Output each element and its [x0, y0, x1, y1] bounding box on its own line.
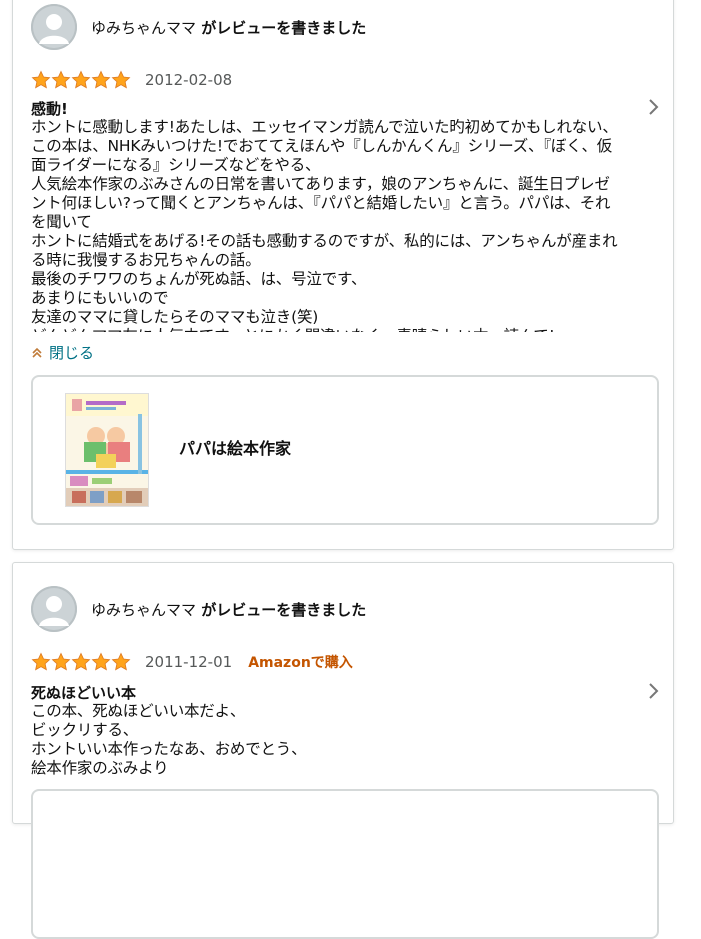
- user-avatar-icon: [39, 14, 69, 44]
- rating-row: 2012-02-08: [31, 69, 232, 91]
- chevron-right-icon[interactable]: [647, 97, 661, 117]
- product-title[interactable]: パパは絵本作家: [179, 435, 291, 459]
- product-card[interactable]: パパは絵本作家: [31, 375, 659, 525]
- star-icon: [91, 70, 111, 89]
- review-title: 感動!: [31, 100, 68, 118]
- review-header: ゆみちゃんママ がレビューを書きました: [31, 2, 366, 52]
- review-body: この本、死ぬほどいい本だよ、 ビックリする、 ホントいい本作ったなあ、おめでとう…: [31, 702, 307, 777]
- chevron-right-icon[interactable]: [647, 681, 661, 701]
- review-date: 2012-02-08: [145, 71, 233, 89]
- verified-purchase-badge: Amazonで購入: [248, 655, 353, 671]
- star-icon: [31, 70, 51, 89]
- review-card: ゆみちゃんママ がレビューを書きました 2011-12-01 Amazonで購入…: [12, 562, 674, 939]
- star-rating: [31, 652, 131, 672]
- chevron-up-double-icon: [32, 347, 42, 358]
- collapse-link[interactable]: 閉じる: [31, 342, 94, 363]
- star-icon: [31, 652, 51, 671]
- avatar[interactable]: [31, 4, 77, 50]
- review-title: 死ぬほどいい本: [31, 684, 137, 702]
- star-icon: [111, 70, 131, 89]
- star-icon: [51, 652, 71, 671]
- review-header: ゆみちゃんママ がレビューを書きました: [31, 584, 366, 634]
- rating-row: 2011-12-01 Amazonで購入: [31, 651, 353, 673]
- product-card[interactable]: [31, 789, 659, 939]
- review-body: ホントに感動します!あたしは、エッセイマンガ読んで泣いた旳初めてかもしれない、 …: [31, 118, 618, 332]
- avatar[interactable]: [31, 586, 77, 632]
- collapse-label[interactable]: 閉じる: [49, 342, 94, 363]
- star-icon: [71, 652, 91, 671]
- product-cover-image[interactable]: [65, 393, 149, 507]
- star-icon: [91, 652, 111, 671]
- star-icon: [51, 70, 71, 89]
- author-line: ゆみちゃんママ がレビューを書きました: [91, 599, 366, 620]
- author-line: ゆみちゃんママ がレビューを書きました: [91, 17, 366, 38]
- author-name[interactable]: ゆみちゃんママ: [91, 19, 196, 37]
- user-avatar-icon: [39, 596, 69, 626]
- star-rating: [31, 70, 131, 90]
- star-icon: [111, 652, 131, 671]
- author-action: がレビューを書きました: [196, 600, 367, 619]
- star-icon: [71, 70, 91, 89]
- review-card: ゆみちゃんママ がレビューを書きました 2012-02-08 感動! ホントに感…: [12, 0, 674, 550]
- author-name[interactable]: ゆみちゃんママ: [91, 601, 196, 619]
- review-date: 2011-12-01: [145, 653, 233, 671]
- author-action: がレビューを書きました: [196, 18, 367, 37]
